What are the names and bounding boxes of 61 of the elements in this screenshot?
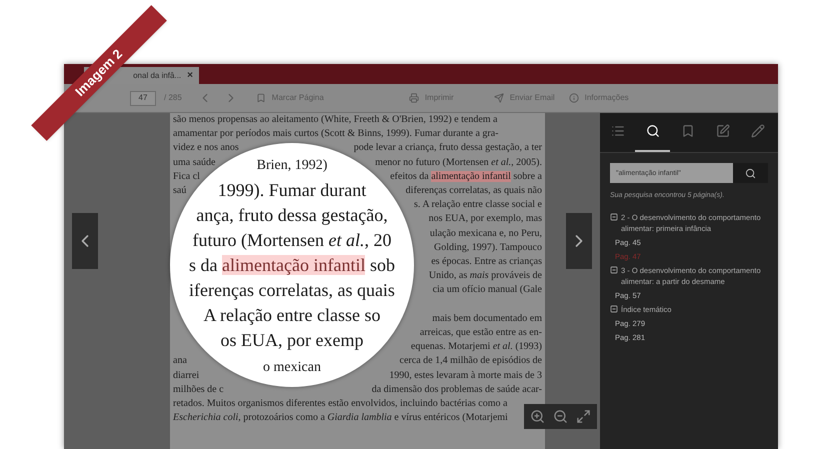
text-line: diarrei [173, 368, 200, 383]
text-line: arreicas, que estão entre as en- [420, 327, 542, 338]
text-line: uma saúde [173, 156, 216, 170]
highlighted-term: alimentação infantil [222, 254, 366, 274]
text-line: cia um ofício manual (Gale [432, 284, 542, 296]
print-icon [408, 93, 419, 103]
text-line: amamentar por períodos mais curtos (Scott & Binns, 1999). Fumar durante a gra- [173, 127, 498, 142]
magnified-text: 1999). Fumar durant [218, 180, 366, 200]
text-line: videz e nos anos [173, 141, 239, 156]
text-line: Unido, as mais prováveis de [428, 270, 542, 282]
collapse-icon[interactable] [610, 213, 618, 221]
magnified-text: os EUA, por exemp [220, 330, 364, 350]
text-line: Golding, 1997). Tampouco [434, 242, 542, 253]
bookmark-icon [256, 93, 266, 103]
magnified-text: sob [368, 254, 395, 274]
text-line: milhões de c [173, 382, 224, 397]
text-line: Escherichia coli, protozoários como a Giardia lamblia e vírus entéricos (Motarjemi [173, 411, 508, 426]
text-line: sobre a [512, 170, 542, 182]
zoom-out-icon[interactable] [553, 409, 568, 424]
text-line: 1990, estes levaram à morte mais de 3 [389, 370, 542, 381]
magnified-text: futuro (Mortensen et al., 20 [192, 230, 392, 250]
text-line: ana [173, 354, 187, 368]
text-line: diferenças correlatas, as quais não [406, 185, 542, 196]
info-icon [568, 93, 579, 103]
magnified-text: A relação entre classe so [204, 304, 380, 324]
search-icon [744, 168, 756, 178]
text-line: equenas. Motarjemi et al. (1993) [410, 341, 542, 352]
search-button[interactable] [732, 163, 768, 183]
text-line: retados. Muitos organismos diferentes estão envolvidos, incluindo bactérias como a [173, 397, 508, 412]
magnified-text: iferenças correlatas, as quais [189, 280, 395, 300]
note-icon [716, 124, 730, 138]
text-line: cerca de 1,4 milhão de episódios de [400, 355, 542, 366]
close-button[interactable]: × [187, 68, 193, 83]
search-icon [646, 124, 660, 138]
expand-icon[interactable] [576, 409, 591, 424]
tab-title: onal da infâ... [133, 70, 182, 82]
text-line: es épocas. Entre as crianças [431, 256, 542, 268]
text-line: saú [173, 184, 186, 198]
magnified-text: ança, fruto dessa gestação, [196, 204, 388, 224]
zoom-in-icon[interactable] [530, 409, 545, 424]
text-line: efeitos da [390, 170, 430, 182]
text-line: mais bem documentado em [432, 312, 542, 324]
send-icon [494, 93, 504, 103]
magnified-text: Brien, 1992) [256, 158, 328, 172]
list-icon [610, 124, 624, 138]
collapse-icon[interactable] [610, 305, 618, 313]
text-line: s. A relação entre classe social e [414, 199, 542, 210]
text-line: menor no futuro (Mortensen et al., 2005). [375, 156, 542, 168]
collapse-icon[interactable] [610, 266, 618, 274]
text-line: nos EUA, por exemplo, mas [428, 213, 542, 224]
magnified-text: s da [189, 254, 219, 274]
text-line: Fica cl [173, 170, 200, 184]
bookmark-icon [680, 124, 694, 138]
text-line: ulação mexicana e, no Peru, [430, 228, 542, 239]
text-line: pode levar a criança, fruto dessa gestação, a ter [354, 142, 542, 154]
pencil-icon [750, 124, 764, 138]
page-input[interactable]: 47 [130, 90, 156, 106]
text-line: são menos propensas ao aleitamento (White, Freeth & O'Brien, 1992) e tendem a [173, 113, 498, 127]
text-line: da dimensão dos problemas de saúde acar- [372, 384, 542, 395]
magnified-text: o mexican [263, 360, 321, 374]
highlighted-term: alimentação infantil [431, 170, 511, 182]
